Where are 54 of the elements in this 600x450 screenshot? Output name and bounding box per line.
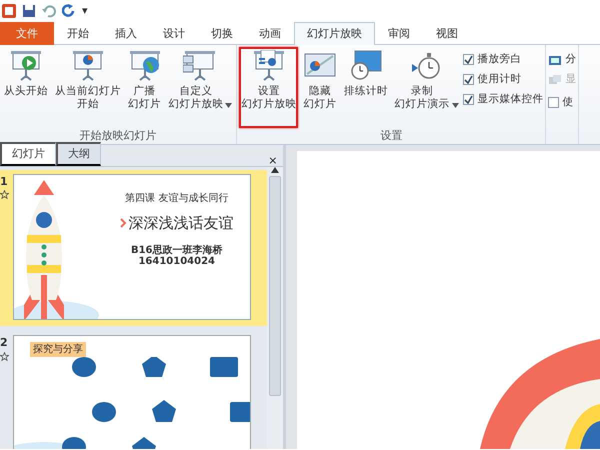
checkbox-option[interactable]: 使用计时 [463, 70, 544, 90]
ribbon-tab[interactable]: 视图 [423, 22, 471, 45]
group-label: 开始放映幻灯片 [78, 128, 158, 144]
checkbox-option[interactable]: 使 [548, 92, 576, 112]
monitors-icon [548, 54, 562, 66]
chevron-icon [120, 218, 126, 228]
setup-screen-icon [252, 50, 286, 82]
star-icon [0, 352, 9, 361]
resolution-icon [548, 74, 562, 86]
ribbon-button[interactable]: 隐藏 幻灯片 [301, 47, 339, 128]
ribbon-button[interactable]: 自定义 幻灯片放映 [166, 47, 234, 128]
check-icon [464, 55, 474, 64]
slides-screen-icon [183, 50, 218, 82]
checkbox-option[interactable]: 播放旁白 [463, 50, 544, 70]
ribbon-tab[interactable]: 文件 [0, 22, 54, 45]
slide-number: 2 [0, 335, 8, 352]
app-icon[interactable] [2, 4, 16, 18]
ribbon-button[interactable]: 录制 幻灯片演示 [392, 47, 460, 128]
ribbon-tab[interactable]: 插入 [102, 22, 150, 45]
slide-heading: 探究与分享 [30, 342, 86, 357]
save-icon[interactable] [22, 4, 36, 18]
redo-icon[interactable] [62, 4, 76, 18]
ribbon-tab[interactable]: 开始 [54, 22, 102, 45]
star-icon [0, 190, 9, 200]
ribbon-tab[interactable]: 审阅 [375, 22, 423, 45]
globe-screen-icon [128, 50, 162, 82]
ribbon-tab[interactable]: 幻灯片放映 [294, 22, 375, 45]
slide-title: 深深浅浅话友谊 [128, 212, 234, 234]
ribbon-tab[interactable]: 动画 [246, 22, 294, 45]
play-screen-icon [9, 50, 43, 82]
slide-number: 1 [0, 174, 8, 190]
scrollbar[interactable] [267, 167, 283, 449]
ribbon-button[interactable]: 排练计时 [342, 47, 390, 128]
ribbon-button[interactable]: 设置 幻灯片放映 [239, 47, 298, 128]
ribbon-tab[interactable]: 设计 [150, 22, 198, 45]
ribbon-button[interactable]: 广播 幻灯片 [126, 47, 164, 128]
slide-thumbnail-row[interactable]: 1 第四课 友谊与成长同行 深深浅浅话友谊 B16思政一班李海桥 16410104024 [0, 170, 267, 326]
slide-footer-text: 16410104024 [138, 256, 216, 268]
ribbon-button[interactable]: 从头开始 [2, 47, 50, 128]
checkbox-option[interactable]: 显示媒体控件 [463, 90, 544, 110]
group-label: 设置 [379, 128, 404, 144]
ribbon-tab[interactable]: 切换 [198, 22, 246, 45]
customize-toolbar-button[interactable]: ▾ [82, 2, 88, 20]
close-button[interactable]: × [268, 155, 278, 166]
pane-tab[interactable]: 幻灯片 [0, 142, 56, 166]
timer-screen-icon [348, 50, 383, 82]
ribbon-button[interactable]: 从当前幻灯片 开始 [52, 47, 123, 128]
ribbon-button[interactable]: 分 [548, 50, 576, 70]
check-icon [464, 75, 474, 84]
slide-footer-text: B16思政一班李海桥 [130, 245, 223, 256]
check-icon [464, 95, 474, 104]
chart-screen-icon [70, 50, 105, 82]
slide-subtitle: 第四课 友谊与成长同行 [125, 192, 228, 206]
pane-tab[interactable]: 大纲 [56, 142, 101, 166]
